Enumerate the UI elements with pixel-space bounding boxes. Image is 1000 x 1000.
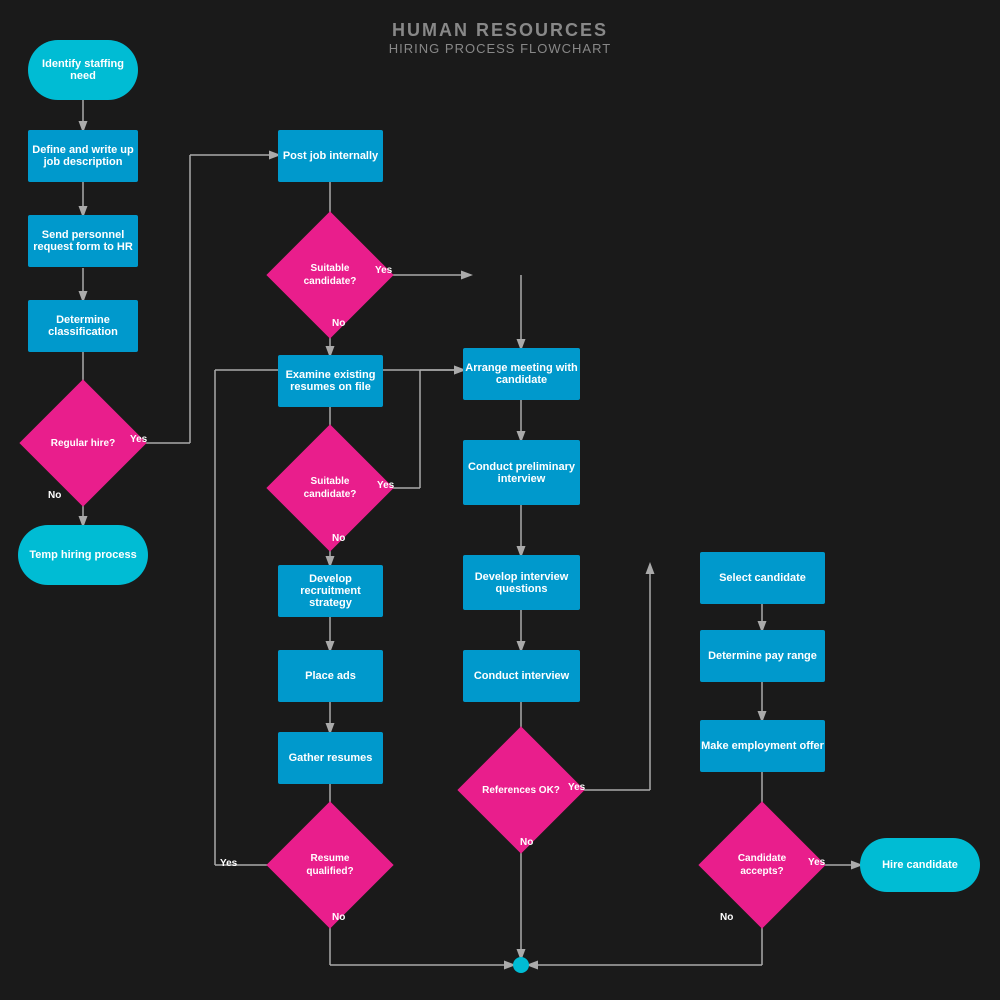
select-candidate-node: Select candidate (700, 552, 825, 604)
suitable-candidate2-node: Suitable candidate? (285, 443, 375, 533)
candidate-accepts-node: Candidate accepts? (717, 820, 807, 910)
title-area: HUMAN RESOURCES HIRING PROCESS FLOWCHART (0, 20, 1000, 56)
resume-qualified-node: Resume qualified? (285, 820, 375, 910)
suitable2-no-label: No (332, 533, 345, 544)
place-ads-node: Place ads (278, 650, 383, 702)
define-write-node: Define and write up job description (28, 130, 138, 182)
identify-staffing-node: Identify staffing need (28, 40, 138, 100)
references-ok-node: References OK? (476, 745, 566, 835)
suitable1-no-label: No (332, 318, 345, 329)
resume-no-label: No (332, 912, 345, 923)
develop-recruitment-node: Develop recruitment strategy (278, 565, 383, 617)
temp-hiring-node: Temp hiring process (18, 525, 148, 585)
bottom-connector (513, 957, 529, 973)
suitable1-yes-label: Yes (375, 265, 392, 276)
make-offer-node: Make employment offer (700, 720, 825, 772)
gather-resumes-node: Gather resumes (278, 732, 383, 784)
send-personnel-node: Send personnel request form to HR (28, 215, 138, 267)
arrange-meeting-node: Arrange meeting with candidate (463, 348, 580, 400)
conduct-interview-node: Conduct interview (463, 650, 580, 702)
regular-hire-no-label: No (48, 490, 61, 501)
suitable2-yes-label: Yes (377, 480, 394, 491)
main-title: HUMAN RESOURCES (0, 20, 1000, 41)
determine-class-node: Determine classification (28, 300, 138, 352)
candidate-no-label: No (720, 912, 733, 923)
regular-hire-node: Regular hire? (38, 398, 128, 488)
references-yes-label: Yes (568, 782, 585, 793)
resume-yes-label: Yes (220, 858, 237, 869)
flowchart: HUMAN RESOURCES HIRING PROCESS FLOWCHART (0, 0, 1000, 1000)
regular-hire-yes-label: Yes (130, 434, 147, 445)
develop-interview-q-node: Develop interview questions (463, 555, 580, 610)
conduct-preliminary-node: Conduct preliminary interview (463, 440, 580, 505)
candidate-yes-label: Yes (808, 857, 825, 868)
hire-candidate-node: Hire candidate (860, 838, 980, 892)
examine-resumes-node: Examine existing resumes on file (278, 355, 383, 407)
determine-pay-node: Determine pay range (700, 630, 825, 682)
sub-title: HIRING PROCESS FLOWCHART (0, 41, 1000, 56)
references-no-label: No (520, 837, 533, 848)
suitable-candidate1-node: Suitable candidate? (285, 230, 375, 320)
post-job-node: Post job internally (278, 130, 383, 182)
